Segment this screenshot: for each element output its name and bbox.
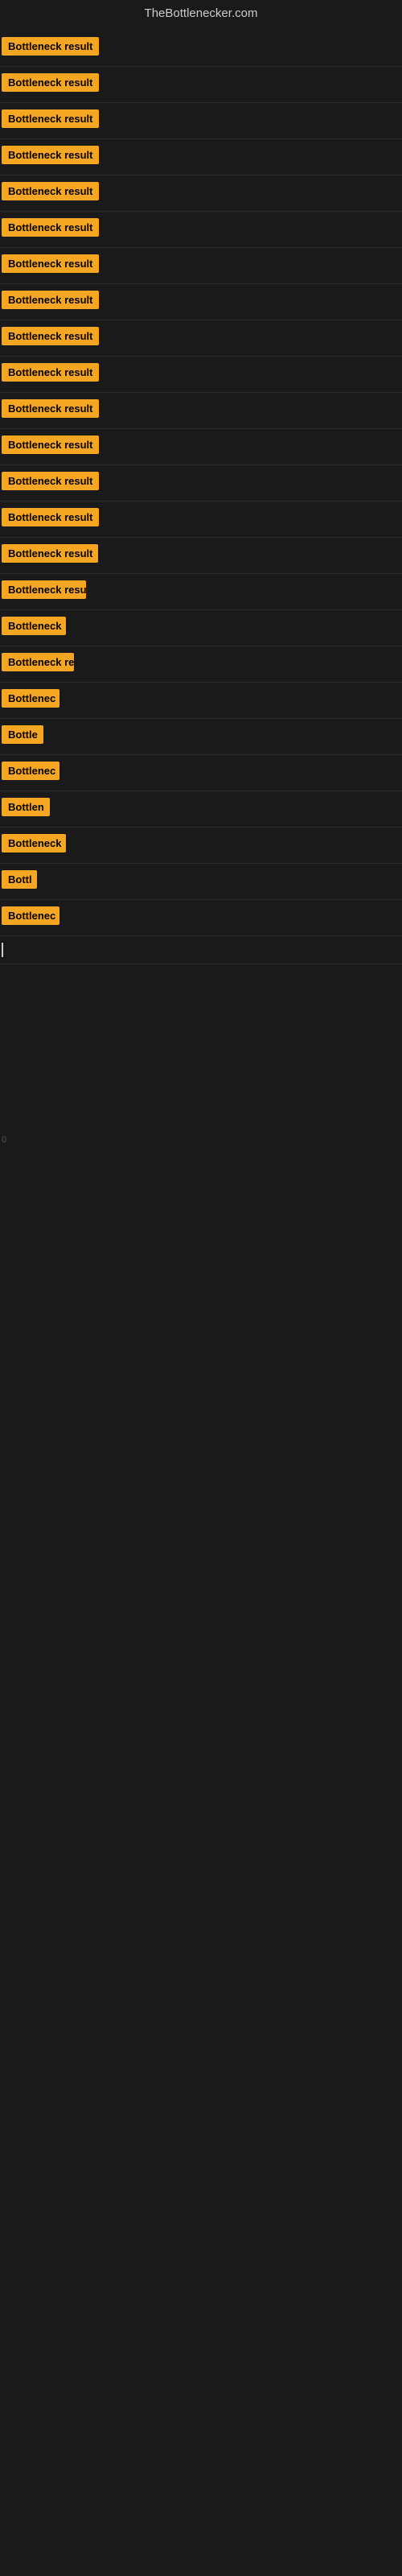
bottleneck-badge-4[interactable]: Bottleneck result xyxy=(2,146,99,164)
site-header: TheBottlenecker.com xyxy=(0,0,402,31)
bottleneck-item-25[interactable]: Bottlenec xyxy=(0,900,402,936)
bottleneck-item-10[interactable]: Bottleneck result xyxy=(0,357,402,393)
bottleneck-badge-13[interactable]: Bottleneck result xyxy=(2,472,99,490)
bottleneck-item-20[interactable]: Bottle xyxy=(0,719,402,755)
bottleneck-badge-6[interactable]: Bottleneck result xyxy=(2,218,99,237)
bottleneck-badge-7[interactable]: Bottleneck result xyxy=(2,254,99,273)
bottleneck-badge-17[interactable]: Bottleneck xyxy=(2,617,66,635)
bottleneck-badge-11[interactable]: Bottleneck result xyxy=(2,399,99,418)
empty-space-2 xyxy=(0,1153,402,1636)
text-cursor xyxy=(2,943,3,957)
bottleneck-item-1[interactable]: Bottleneck result xyxy=(0,31,402,67)
bottleneck-badge-20[interactable]: Bottle xyxy=(2,725,43,744)
bottleneck-badge-14[interactable]: Bottleneck result xyxy=(2,508,99,526)
bottleneck-item-18[interactable]: Bottleneck re xyxy=(0,646,402,683)
bottleneck-badge-23[interactable]: Bottleneck xyxy=(2,834,66,852)
cursor-line xyxy=(0,936,402,964)
bottleneck-badge-25[interactable]: Bottlenec xyxy=(2,906,59,925)
bottleneck-badge-9[interactable]: Bottleneck result xyxy=(2,327,99,345)
bottleneck-item-3[interactable]: Bottleneck result xyxy=(0,103,402,139)
bottleneck-item-16[interactable]: Bottleneck resu xyxy=(0,574,402,610)
bottleneck-badge-5[interactable]: Bottleneck result xyxy=(2,182,99,200)
bottleneck-item-6[interactable]: Bottleneck result xyxy=(0,212,402,248)
bottleneck-item-4[interactable]: Bottleneck result xyxy=(0,139,402,175)
site-title: TheBottlenecker.com xyxy=(145,6,258,20)
bottleneck-badge-10[interactable]: Bottleneck result xyxy=(2,363,99,382)
bottleneck-item-19[interactable]: Bottlenec xyxy=(0,683,402,719)
bottleneck-item-9[interactable]: Bottleneck result xyxy=(0,320,402,357)
bottleneck-badge-15[interactable]: Bottleneck result xyxy=(2,544,98,563)
bottleneck-item-17[interactable]: Bottleneck xyxy=(0,610,402,646)
bottleneck-badge-1[interactable]: Bottleneck result xyxy=(2,37,99,56)
bottleneck-badge-12[interactable]: Bottleneck result xyxy=(2,436,99,454)
bottleneck-item-13[interactable]: Bottleneck result xyxy=(0,465,402,502)
bottleneck-badge-24[interactable]: Bottl xyxy=(2,870,37,889)
bottleneck-item-5[interactable]: Bottleneck result xyxy=(0,175,402,212)
bottleneck-item-7[interactable]: Bottleneck result xyxy=(0,248,402,284)
bottleneck-badge-18[interactable]: Bottleneck re xyxy=(2,653,74,671)
bottleneck-badge-3[interactable]: Bottleneck result xyxy=(2,109,99,128)
bottleneck-badge-19[interactable]: Bottlenec xyxy=(2,689,59,708)
bottleneck-item-11[interactable]: Bottleneck result xyxy=(0,393,402,429)
bottleneck-item-8[interactable]: Bottleneck result xyxy=(0,284,402,320)
empty-space-1 xyxy=(0,964,402,1125)
bottleneck-badge-16[interactable]: Bottleneck resu xyxy=(2,580,86,599)
bottleneck-item-2[interactable]: Bottleneck result xyxy=(0,67,402,103)
bottleneck-item-15[interactable]: Bottleneck result xyxy=(0,538,402,574)
bottleneck-badge-2[interactable]: Bottleneck result xyxy=(2,73,99,92)
bottleneck-list: Bottleneck result Bottleneck result Bottle… xyxy=(0,31,402,936)
bottleneck-item-12[interactable]: Bottleneck result xyxy=(0,429,402,465)
bottleneck-item-23[interactable]: Bottleneck xyxy=(0,828,402,864)
bottleneck-item-14[interactable]: Bottleneck result xyxy=(0,502,402,538)
bottleneck-item-22[interactable]: Bottlen xyxy=(0,791,402,828)
bottleneck-badge-21[interactable]: Bottlenec xyxy=(2,762,59,780)
footer-text: 0 xyxy=(2,1135,6,1145)
bottleneck-item-24[interactable]: Bottl xyxy=(0,864,402,900)
bottleneck-item-21[interactable]: Bottlenec xyxy=(0,755,402,791)
bottleneck-badge-8[interactable]: Bottleneck result xyxy=(2,291,99,309)
footer-text-area: 0 xyxy=(0,1125,402,1153)
bottleneck-badge-22[interactable]: Bottlen xyxy=(2,798,50,816)
